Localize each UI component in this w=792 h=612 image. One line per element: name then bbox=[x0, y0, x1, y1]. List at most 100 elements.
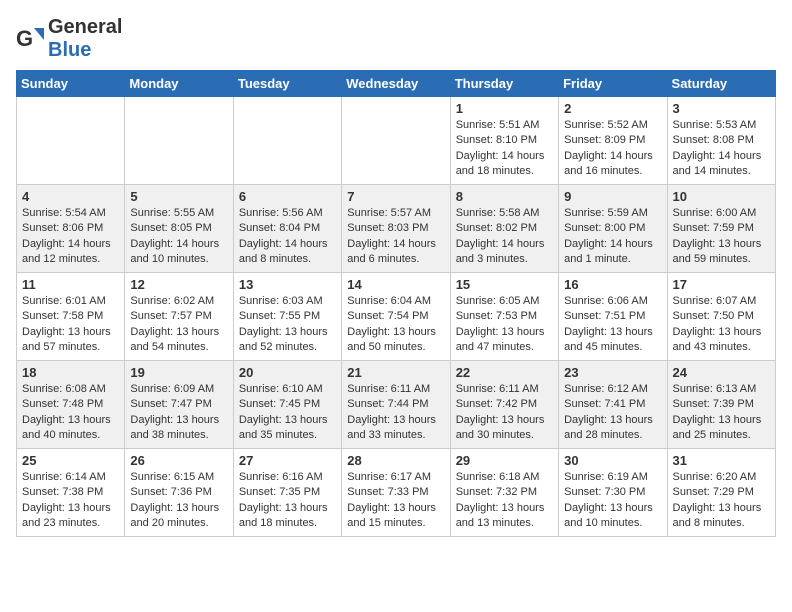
day-number: 15 bbox=[456, 277, 553, 292]
day-number: 10 bbox=[673, 189, 770, 204]
calendar-week-row: 11 Sunrise: 6:01 AM Sunset: 7:58 PM Dayli… bbox=[17, 273, 776, 361]
day-info: Sunrise: 6:14 AM Sunset: 7:38 PM Dayligh… bbox=[22, 470, 119, 532]
day-info: Sunrise: 6:08 AM Sunset: 7:48 PM Dayligh… bbox=[22, 382, 119, 444]
day-number: 7 bbox=[347, 189, 444, 204]
calendar-cell bbox=[342, 97, 450, 185]
day-of-week-header: Wednesday bbox=[342, 71, 450, 97]
calendar-cell: 18 Sunrise: 6:08 AM Sunset: 7:48 PM Dayli… bbox=[17, 361, 125, 449]
day-number: 25 bbox=[22, 453, 119, 468]
calendar-cell: 26Sunrise: 6:15 AM Sunset: 7:36 PM Dayli… bbox=[125, 449, 233, 537]
calendar-cell: 3 Sunrise: 5:53 AM Sunset: 8:08 PM Daylig… bbox=[667, 97, 775, 185]
day-info: Sunrise: 5:51 AM Sunset: 8:10 PM Dayligh… bbox=[456, 118, 553, 180]
day-number: 16 bbox=[564, 277, 661, 292]
calendar-week-row: 25 Sunrise: 6:14 AM Sunset: 7:38 PM Dayli… bbox=[17, 449, 776, 537]
calendar-cell: 5 Sunrise: 5:55 AM Sunset: 8:05 PM Daylig… bbox=[125, 185, 233, 273]
calendar-cell: 1Sunrise: 5:51 AM Sunset: 8:10 PM Daylig… bbox=[450, 97, 558, 185]
day-info: Sunrise: 5:56 AM Sunset: 8:04 PM Dayligh… bbox=[239, 206, 336, 268]
logo-general-text: General bbox=[48, 16, 122, 38]
calendar-cell bbox=[233, 97, 341, 185]
day-number: 31 bbox=[673, 453, 770, 468]
day-of-week-header: Monday bbox=[125, 71, 233, 97]
calendar-header-row: SundayMondayTuesdayWednesdayThursdayFrid… bbox=[17, 71, 776, 97]
day-number: 14 bbox=[347, 277, 444, 292]
day-info: Sunrise: 5:59 AM Sunset: 8:00 PM Dayligh… bbox=[564, 206, 661, 268]
day-number: 28 bbox=[347, 453, 444, 468]
day-of-week-header: Saturday bbox=[667, 71, 775, 97]
calendar-cell: 12 Sunrise: 6:02 AM Sunset: 7:57 PM Dayli… bbox=[125, 273, 233, 361]
calendar-cell: 19Sunrise: 6:09 AM Sunset: 7:47 PM Dayli… bbox=[125, 361, 233, 449]
day-of-week-header: Sunday bbox=[17, 71, 125, 97]
day-of-week-header: Tuesday bbox=[233, 71, 341, 97]
day-info: Sunrise: 5:52 AM Sunset: 8:09 PM Dayligh… bbox=[564, 118, 661, 180]
day-number: 30 bbox=[564, 453, 661, 468]
day-of-week-header: Friday bbox=[559, 71, 667, 97]
calendar-week-row: 4 Sunrise: 5:54 AM Sunset: 8:06 PM Daylig… bbox=[17, 185, 776, 273]
calendar-cell: 21Sunrise: 6:11 AM Sunset: 7:44 PM Dayli… bbox=[342, 361, 450, 449]
day-info: Sunrise: 6:09 AM Sunset: 7:47 PM Dayligh… bbox=[130, 382, 227, 444]
calendar-cell: 28 Sunrise: 6:17 AM Sunset: 7:33 PM Dayli… bbox=[342, 449, 450, 537]
day-number: 2 bbox=[564, 101, 661, 116]
calendar-cell: 25 Sunrise: 6:14 AM Sunset: 7:38 PM Dayli… bbox=[17, 449, 125, 537]
day-info: Sunrise: 6:07 AM Sunset: 7:50 PM Dayligh… bbox=[673, 294, 770, 356]
day-info: Sunrise: 5:53 AM Sunset: 8:08 PM Dayligh… bbox=[673, 118, 770, 180]
calendar-cell: 8Sunrise: 5:58 AM Sunset: 8:02 PM Daylig… bbox=[450, 185, 558, 273]
day-info: Sunrise: 6:17 AM Sunset: 7:33 PM Dayligh… bbox=[347, 470, 444, 532]
page-header: G General Blue bbox=[16, 16, 776, 62]
day-info: Sunrise: 6:03 AM Sunset: 7:55 PM Dayligh… bbox=[239, 294, 336, 356]
logo-icon: G bbox=[16, 24, 46, 54]
day-info: Sunrise: 6:11 AM Sunset: 7:42 PM Dayligh… bbox=[456, 382, 553, 444]
calendar-table: SundayMondayTuesdayWednesdayThursdayFrid… bbox=[16, 70, 776, 537]
calendar-cell: 20Sunrise: 6:10 AM Sunset: 7:45 PM Dayli… bbox=[233, 361, 341, 449]
day-number: 13 bbox=[239, 277, 336, 292]
day-number: 3 bbox=[673, 101, 770, 116]
day-number: 9 bbox=[564, 189, 661, 204]
calendar-cell: 2 Sunrise: 5:52 AM Sunset: 8:09 PM Daylig… bbox=[559, 97, 667, 185]
svg-text:G: G bbox=[16, 26, 33, 51]
day-number: 5 bbox=[130, 189, 227, 204]
day-number: 11 bbox=[22, 277, 119, 292]
day-info: Sunrise: 6:19 AM Sunset: 7:30 PM Dayligh… bbox=[564, 470, 661, 532]
calendar-cell: 22 Sunrise: 6:11 AM Sunset: 7:42 PM Dayli… bbox=[450, 361, 558, 449]
calendar-cell: 31 Sunrise: 6:20 AM Sunset: 7:29 PM Dayli… bbox=[667, 449, 775, 537]
day-info: Sunrise: 6:20 AM Sunset: 7:29 PM Dayligh… bbox=[673, 470, 770, 532]
day-info: Sunrise: 5:57 AM Sunset: 8:03 PM Dayligh… bbox=[347, 206, 444, 268]
day-info: Sunrise: 6:16 AM Sunset: 7:35 PM Dayligh… bbox=[239, 470, 336, 532]
day-number: 29 bbox=[456, 453, 553, 468]
day-number: 21 bbox=[347, 365, 444, 380]
day-info: Sunrise: 6:00 AM Sunset: 7:59 PM Dayligh… bbox=[673, 206, 770, 268]
day-of-week-header: Thursday bbox=[450, 71, 558, 97]
day-number: 18 bbox=[22, 365, 119, 380]
day-number: 8 bbox=[456, 189, 553, 204]
calendar-cell: 10 Sunrise: 6:00 AM Sunset: 7:59 PM Dayli… bbox=[667, 185, 775, 273]
day-number: 23 bbox=[564, 365, 661, 380]
calendar-cell: 9 Sunrise: 5:59 AM Sunset: 8:00 PM Daylig… bbox=[559, 185, 667, 273]
day-number: 22 bbox=[456, 365, 553, 380]
calendar-cell: 14 Sunrise: 6:04 AM Sunset: 7:54 PM Dayli… bbox=[342, 273, 450, 361]
calendar-cell: 23 Sunrise: 6:12 AM Sunset: 7:41 PM Dayli… bbox=[559, 361, 667, 449]
day-info: Sunrise: 6:12 AM Sunset: 7:41 PM Dayligh… bbox=[564, 382, 661, 444]
calendar-cell: 30 Sunrise: 6:19 AM Sunset: 7:30 PM Dayli… bbox=[559, 449, 667, 537]
day-number: 6 bbox=[239, 189, 336, 204]
day-number: 4 bbox=[22, 189, 119, 204]
calendar-cell: 11 Sunrise: 6:01 AM Sunset: 7:58 PM Dayli… bbox=[17, 273, 125, 361]
day-info: Sunrise: 5:55 AM Sunset: 8:05 PM Dayligh… bbox=[130, 206, 227, 268]
calendar-cell: 27 Sunrise: 6:16 AM Sunset: 7:35 PM Dayli… bbox=[233, 449, 341, 537]
day-info: Sunrise: 6:02 AM Sunset: 7:57 PM Dayligh… bbox=[130, 294, 227, 356]
day-info: Sunrise: 5:54 AM Sunset: 8:06 PM Dayligh… bbox=[22, 206, 119, 268]
day-info: Sunrise: 6:18 AM Sunset: 7:32 PM Dayligh… bbox=[456, 470, 553, 532]
calendar-cell bbox=[17, 97, 125, 185]
day-number: 12 bbox=[130, 277, 227, 292]
day-info: Sunrise: 6:04 AM Sunset: 7:54 PM Dayligh… bbox=[347, 294, 444, 356]
calendar-cell: 16Sunrise: 6:06 AM Sunset: 7:51 PM Dayli… bbox=[559, 273, 667, 361]
calendar-cell: 17Sunrise: 6:07 AM Sunset: 7:50 PM Dayli… bbox=[667, 273, 775, 361]
calendar-cell: 15Sunrise: 6:05 AM Sunset: 7:53 PM Dayli… bbox=[450, 273, 558, 361]
day-info: Sunrise: 6:15 AM Sunset: 7:36 PM Dayligh… bbox=[130, 470, 227, 532]
calendar-week-row: 1Sunrise: 5:51 AM Sunset: 8:10 PM Daylig… bbox=[17, 97, 776, 185]
calendar-cell: 4 Sunrise: 5:54 AM Sunset: 8:06 PM Daylig… bbox=[17, 185, 125, 273]
logo: G General Blue bbox=[16, 16, 122, 62]
day-number: 27 bbox=[239, 453, 336, 468]
day-number: 24 bbox=[673, 365, 770, 380]
day-number: 20 bbox=[239, 365, 336, 380]
day-info: Sunrise: 6:01 AM Sunset: 7:58 PM Dayligh… bbox=[22, 294, 119, 356]
logo-blue-text: Blue bbox=[48, 39, 91, 61]
